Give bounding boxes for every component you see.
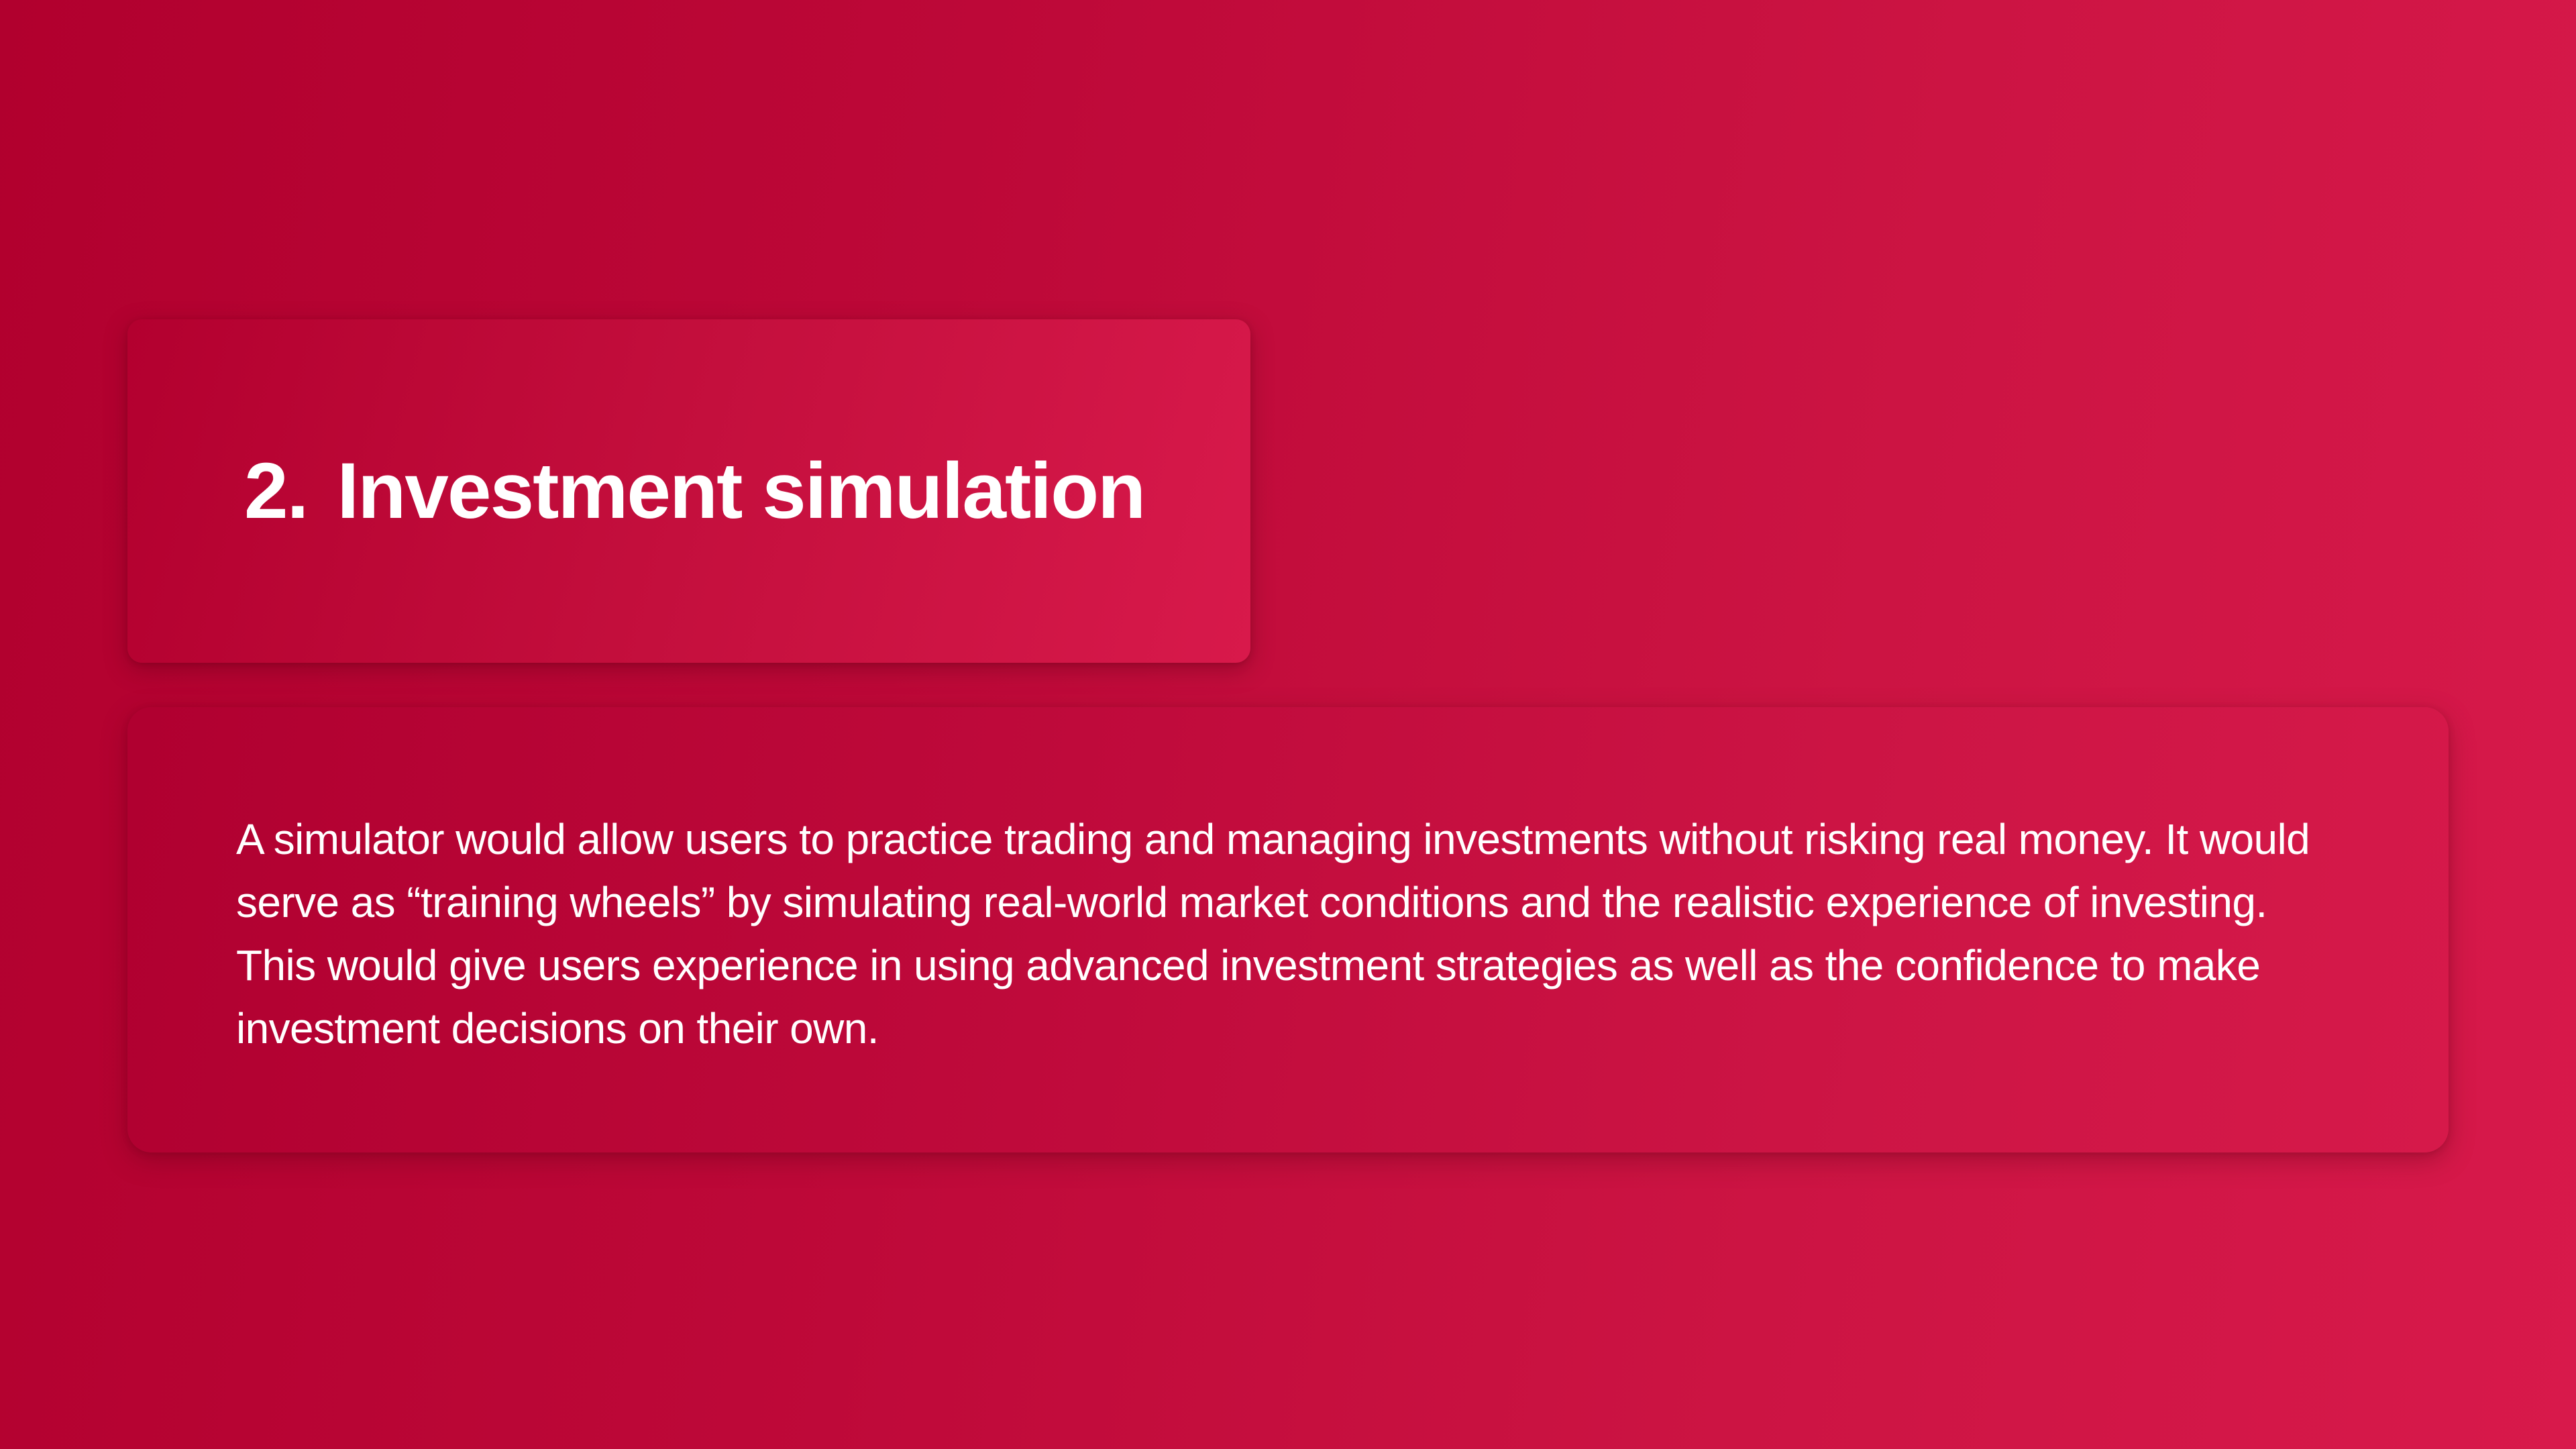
- heading-number: 2.: [244, 447, 309, 535]
- body-paragraph: A simulator would allow users to practic…: [236, 815, 2310, 1053]
- slide-heading: 2. Investment simulation: [244, 319, 1146, 663]
- title-card: 2. Investment simulation: [127, 319, 1250, 663]
- heading-title: Investment simulation: [337, 447, 1146, 535]
- body-card: A simulator would allow users to practic…: [127, 707, 2449, 1152]
- slide: 2. Investment simulation A simulator wou…: [0, 0, 2576, 1449]
